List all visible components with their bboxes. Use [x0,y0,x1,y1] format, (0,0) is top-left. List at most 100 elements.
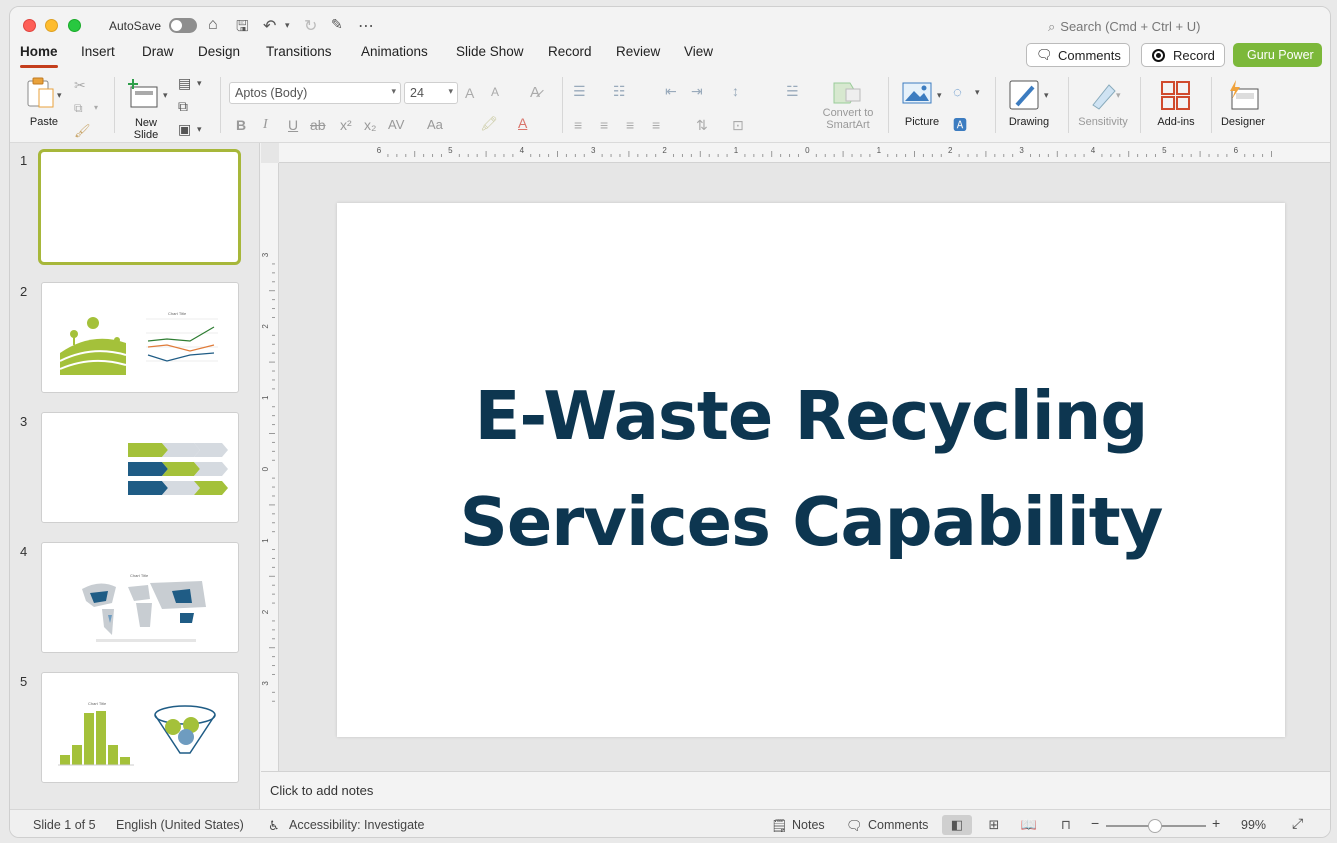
slide-show-view-button[interactable]: ⊓ [1051,815,1081,835]
designer-button[interactable]: Designer [1215,77,1271,133]
layout-icon[interactable]: ▤ [178,75,191,92]
slide-title[interactable]: E-Waste Recycling Services Capability [337,363,1285,575]
language-indicator[interactable]: English (United States) [116,818,244,832]
section-dropdown-chevron-icon[interactable]: ▾ [197,124,202,135]
new-slide-dropdown-chevron-icon[interactable]: ▾ [163,90,168,101]
tab-home[interactable]: Home [20,44,58,59]
minimize-window-button[interactable] [45,19,58,32]
notes-pane[interactable]: Click to add notes [261,771,1330,809]
guru-power-button[interactable]: Guru Power [1233,43,1322,67]
normal-view-button[interactable]: ◧ [942,815,972,835]
autosave-toggle[interactable] [169,18,197,33]
zoom-slider-handle[interactable] [1148,819,1162,833]
undo-dropdown-chevron-icon[interactable]: ▾ [285,20,290,31]
align-right-icon[interactable]: ≡ [626,117,634,133]
superscript-icon[interactable]: x² [340,117,352,133]
picture-button[interactable]: Picture [896,79,948,133]
strikethrough-icon[interactable]: ab [310,117,326,133]
font-color-icon[interactable]: A [518,115,527,131]
character-spacing-icon[interactable]: AV [388,117,404,132]
save-icon[interactable]: 🖫 [236,16,249,41]
copy-icon[interactable]: ⧉ [74,101,83,116]
italic-icon[interactable]: I [263,117,268,133]
align-center-icon[interactable]: ≡ [600,117,608,133]
vertical-ruler[interactable]: 3 2 1 0 1 2 3 [261,163,279,771]
align-text-icon[interactable]: ⊡ [732,117,744,134]
justify-icon[interactable]: ≡ [652,117,660,133]
align-left-icon[interactable]: ≡ [574,117,582,133]
slide-thumbnail-5[interactable]: Chart Title [41,672,239,783]
layout-dropdown-chevron-icon[interactable]: ▾ [197,78,202,89]
change-case-icon[interactable]: Aa [427,117,443,132]
slide-thumbnail-3[interactable] [41,412,239,523]
undo-icon[interactable]: ↶ [263,16,276,36]
redo-icon[interactable]: ↻ [304,16,317,36]
numbering-icon[interactable]: ☷ [613,83,626,100]
text-box-icon[interactable]: 🅰 [953,115,967,135]
zoom-out-icon[interactable]: − [1091,815,1099,831]
new-slide-button[interactable]: New Slide [123,77,169,141]
line-spacing-icon[interactable]: ↕ [732,83,739,99]
shapes-dropdown-chevron-icon[interactable]: ▾ [975,87,980,98]
columns-icon[interactable]: ☱ [786,83,799,100]
drawing-button[interactable]: Drawing [1003,77,1055,133]
sensitivity-button[interactable]: Sensitivity [1073,77,1133,133]
tab-design[interactable]: Design [198,44,240,59]
zoom-level[interactable]: 99% [1241,818,1266,832]
drawing-dropdown-chevron-icon[interactable]: ▾ [1044,90,1049,101]
add-ins-button[interactable]: Add-ins [1150,77,1202,133]
font-size-select[interactable]: 24 ▾ [404,82,458,104]
underline-icon[interactable]: U [288,117,298,133]
accessibility-status[interactable]: Accessibility: Investigate [289,818,424,832]
tab-slide-show[interactable]: Slide Show [456,44,524,59]
tab-animations[interactable]: Animations [361,44,428,59]
sensitivity-dropdown-chevron-icon[interactable]: ▾ [1116,90,1121,101]
slide-thumbnail-2[interactable]: Chart Title [41,282,239,393]
grow-font-icon[interactable]: A [465,85,474,101]
text-direction-icon[interactable]: ⇅ [696,117,708,134]
clear-formatting-icon[interactable]: A̷ [530,84,540,101]
bullets-icon[interactable]: ☰ [573,83,586,100]
more-options-icon[interactable]: ⋯ [358,16,374,36]
shapes-icon[interactable]: ◌ [953,84,962,101]
tab-insert[interactable]: Insert [81,44,115,59]
tab-record[interactable]: Record [548,44,592,59]
comments-button[interactable]: 🗨 Comments [1026,43,1130,67]
decrease-indent-icon[interactable]: ⇤ [665,83,677,100]
customize-icon[interactable]: ✎ [331,16,343,33]
home-icon[interactable]: ⌂ [208,16,218,34]
slide-sorter-view-button[interactable]: ⊞ [979,815,1009,835]
convert-to-smartart-button[interactable]: Convert to SmartArt [816,81,880,137]
paste-dropdown-chevron-icon[interactable]: ▾ [57,90,62,101]
slide-canvas[interactable]: E-Waste Recycling Services Capability [337,203,1285,737]
bold-icon[interactable]: B [236,117,246,133]
search-box[interactable]: ⌕ Search (Cmd + Ctrl + U) [1048,19,1200,35]
fit-to-window-icon[interactable]: ⤢ [1292,815,1303,832]
cut-icon[interactable]: ✂ [74,77,86,94]
notes-toggle[interactable]: Notes [792,818,825,832]
tab-view[interactable]: View [684,44,713,59]
subscript-icon[interactable]: x₂ [364,117,376,133]
tab-transitions[interactable]: Transitions [266,44,332,59]
zoom-window-button[interactable] [68,19,81,32]
shrink-font-icon[interactable]: A [491,85,499,99]
section-icon[interactable]: ▣ [178,121,191,138]
format-painter-icon[interactable]: 🖌 [74,123,91,139]
font-name-select[interactable]: Aptos (Body) ▾ [229,82,401,104]
reading-view-button[interactable]: 📖 [1014,815,1044,835]
reset-slide-icon[interactable]: ⧉ [178,98,188,115]
comments-toggle[interactable]: Comments [868,818,928,832]
tab-review[interactable]: Review [616,44,660,59]
record-button[interactable]: Record [1141,43,1225,67]
picture-dropdown-chevron-icon[interactable]: ▾ [937,90,942,101]
horizontal-ruler[interactable]: 6 5 4 3 2 1 0 1 2 3 4 5 6 [279,143,1330,163]
slide-thumbnail-4[interactable]: Chart Title [41,542,239,653]
zoom-in-icon[interactable]: + [1212,815,1220,831]
highlight-icon[interactable]: 🖍 [480,115,498,132]
paste-button[interactable]: Paste [24,77,64,133]
copy-dropdown-chevron-icon[interactable]: ▾ [94,103,98,112]
slide-thumbnail-1[interactable] [38,149,241,265]
tab-draw[interactable]: Draw [142,44,174,59]
increase-indent-icon[interactable]: ⇥ [691,83,703,100]
close-window-button[interactable] [23,19,36,32]
